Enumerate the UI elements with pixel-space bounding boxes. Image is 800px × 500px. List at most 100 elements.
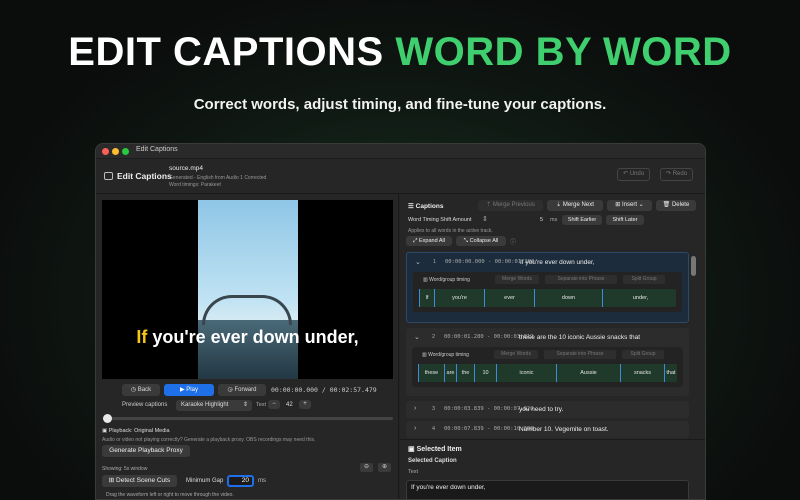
captions-title-text: Captions (415, 203, 444, 210)
preview-mode-select[interactable]: Karaoke Highlight ⇕ (176, 400, 252, 411)
merge-previous-button[interactable]: ⇡ Merge Previous (478, 200, 543, 211)
word-block[interactable]: ever (484, 289, 534, 307)
collapse-all-button[interactable]: ⤡ Collapse All (456, 236, 506, 246)
word-group-label: ▥ Word/group timing (423, 277, 470, 283)
playback-title: ▣ Playback: Original Media (102, 428, 170, 434)
playback-title-text: Playback: Original Media (108, 428, 170, 434)
generate-playback-proxy-button[interactable]: Generate Playback Proxy (102, 445, 190, 457)
timeline-slider-track[interactable] (104, 417, 393, 420)
shift-earlier-button[interactable]: Shift Earlier (562, 215, 602, 225)
shift-later-button[interactable]: Shift Later (606, 215, 644, 225)
window-title: Edit Captions (136, 146, 178, 153)
captions-scrollbar[interactable] (691, 256, 696, 276)
left-panel: If you're ever down under, ◷ Back ▶ Play… (96, 194, 399, 499)
caption-row[interactable]: › 3 00:00:03.839 - 00:00:07.820 you need… (406, 401, 689, 418)
caption-header[interactable]: ⌄ 1 00:00:00.000 - 00:00:01.280 If you'r… (407, 253, 688, 271)
chevron-down-icon[interactable]: ⌄ (415, 258, 421, 266)
merge-words-button[interactable]: Merge Words (494, 350, 538, 359)
undo-button[interactable]: ↶ Undo (617, 168, 651, 181)
split-group-button[interactable]: Split Group (622, 350, 664, 359)
merge-words-button[interactable]: Merge Words (495, 275, 539, 284)
word-block[interactable]: under, (602, 289, 678, 307)
caption-highlight-word: If (136, 327, 148, 347)
close-window-button[interactable] (102, 148, 109, 155)
word-block[interactable]: are (444, 364, 456, 382)
caption-text: If you're ever down under, (520, 259, 595, 266)
chevron-right-icon[interactable]: › (414, 425, 416, 432)
delete-label: Delete (671, 202, 690, 208)
redo-icon: ↷ (666, 171, 673, 177)
word-block[interactable]: 10 (474, 364, 496, 382)
split-group-button[interactable]: Split Group (623, 275, 665, 284)
trash-icon: 🗑 (662, 202, 672, 208)
timeline-slider-knob[interactable] (103, 414, 112, 423)
preview-label: Preview captions (122, 402, 168, 408)
film-icon: ▣ (102, 428, 109, 434)
video-preview[interactable]: If you're ever down under, (102, 200, 393, 379)
merge-next-button[interactable]: ⇣ Merge Next (547, 200, 603, 211)
caption-row[interactable]: › 4 00:00:07.839 - 00:00:10.300 Number 1… (406, 421, 689, 438)
waveform-window-label: Showing: 5s window (102, 466, 148, 472)
zoom-window-button[interactable] (122, 148, 129, 155)
shift-applies-hint: Applies to all words in the active track… (408, 228, 493, 234)
caption-row[interactable]: ⌄ 1 00:00:00.000 - 00:00:01.280 If you'r… (406, 252, 689, 323)
caption-index: 1 (433, 259, 437, 265)
shift-stepper-icon[interactable]: ⇕ (482, 215, 488, 223)
selected-item-title-text: Selected Item (416, 446, 462, 453)
preview-captions-row: Preview captions Karaoke Highlight ⇕ Text… (96, 400, 399, 412)
zoom-in-icon[interactable]: ⊕ (378, 463, 391, 472)
word-timeline[interactable]: If you're ever down under, (419, 289, 676, 307)
undo-label: Undo (629, 171, 645, 177)
min-gap-input[interactable]: 20 (227, 475, 254, 487)
hero-subtitle: Correct words, adjust timing, and fine-t… (193, 96, 607, 113)
harbour-bridge-image (202, 295, 292, 325)
text-size-increase-button[interactable]: + (299, 400, 311, 409)
chevron-down-icon: ⌄ (637, 202, 644, 208)
delete-button[interactable]: 🗑 Delete (656, 200, 696, 211)
shift-amount-value[interactable]: 5 (540, 217, 543, 223)
shift-amount-unit: ms (550, 217, 558, 223)
expand-all-button[interactable]: ⤢ Expand All (406, 236, 452, 246)
redo-button[interactable]: ↷ Redo (660, 168, 694, 181)
info-icon[interactable]: ⓘ (510, 237, 516, 246)
word-block[interactable]: iconic (496, 364, 556, 382)
word-block[interactable]: that (664, 364, 677, 382)
word-block[interactable]: these (418, 364, 444, 382)
separate-into-phrase-button[interactable]: Separate into Phrase (545, 275, 617, 284)
text-size-decrease-button[interactable]: − (268, 400, 280, 409)
word-block[interactable]: snacks (620, 364, 664, 382)
play-button[interactable]: ▶ Play (164, 384, 214, 396)
hero-title: EDIT CAPTIONS WORD BY WORD (0, 30, 800, 75)
insert-button[interactable]: ⊞ Insert ⌄ (607, 200, 652, 211)
expand-all-label: Expand All (418, 238, 445, 244)
word-timeline[interactable]: these are the 10 iconic Aussie snacks th… (418, 364, 677, 382)
word-block[interactable]: you're (434, 289, 484, 307)
detect-scene-cuts-button[interactable]: ⊞ Detect Scene Cuts (102, 475, 177, 487)
caption-header[interactable]: › 3 00:00:03.839 - 00:00:07.820 you need… (406, 401, 689, 419)
forward-label: Forward (234, 387, 257, 393)
word-group-label-text: Word/group timing (429, 277, 470, 283)
collapse-all-label: Collapse All (469, 238, 499, 244)
caption-bubble-icon (104, 172, 113, 180)
caption-header[interactable]: ⌄ 2 00:00:01.280 - 00:00:03.819 these ar… (406, 328, 689, 346)
word-block[interactable]: If (419, 289, 434, 307)
zoom-out-icon[interactable]: ⊖ (360, 463, 373, 472)
list-icon: ☰ (408, 203, 416, 210)
word-block[interactable]: the (456, 364, 474, 382)
toolbar: Edit Captions source.mp4 Generated - Eng… (96, 159, 705, 194)
source-meta-timings: Word timings: Parakeet (169, 182, 221, 188)
back-button[interactable]: ◷ Back (122, 384, 160, 396)
word-block[interactable]: down (534, 289, 602, 307)
separate-into-phrase-button[interactable]: Separate into Phrase (544, 350, 616, 359)
caption-text: Number 10. Vegemite on toast. (519, 426, 609, 433)
chevron-down-icon[interactable]: ⌄ (414, 333, 420, 341)
minimize-window-button[interactable] (112, 148, 119, 155)
caption-row[interactable]: ⌄ 2 00:00:01.280 - 00:00:03.819 these ar… (406, 328, 689, 396)
hero-title-white: EDIT CAPTIONS (68, 30, 384, 74)
chevron-right-icon[interactable]: › (414, 405, 416, 412)
word-group-timing: ▥ Word/group timing Merge Words Separate… (412, 347, 683, 387)
word-block[interactable]: Aussie (556, 364, 620, 382)
forward-button[interactable]: ◶ Forward (218, 384, 266, 396)
caption-header[interactable]: › 4 00:00:07.839 - 00:00:10.300 Number 1… (406, 421, 689, 439)
selected-caption-text-field[interactable]: If you're ever down under, (406, 480, 689, 499)
